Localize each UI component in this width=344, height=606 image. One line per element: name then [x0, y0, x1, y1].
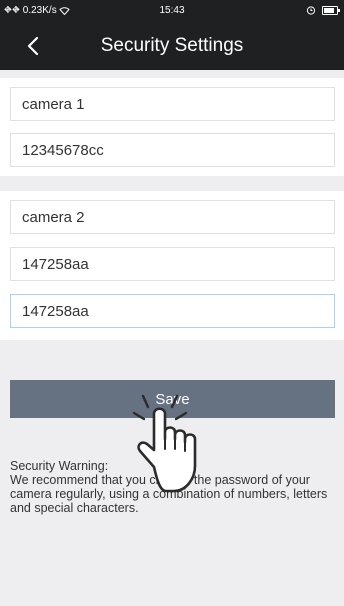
camera-2-confirm-password-field[interactable]: 147258aa [10, 294, 335, 328]
camera-1-password-field[interactable]: 12345678cc [10, 133, 335, 167]
status-right [306, 5, 340, 15]
camera-2-name-field[interactable]: camera 2 [10, 200, 335, 234]
battery-icon [322, 5, 340, 15]
hand-pointer-icon [132, 394, 197, 493]
page-title: Security Settings [100, 35, 244, 56]
camera-2-password-field[interactable]: 147258aa [10, 247, 335, 281]
header-bar: Security Settings [0, 22, 344, 70]
status-bar: ⛖⛖ 0.23K/s 15:43 [0, 0, 344, 22]
camera-2-section: camera 2 147258aa 147258aa [0, 191, 344, 340]
camera-1-name-field[interactable]: camera 1 [10, 87, 335, 121]
status-time: 15:43 [159, 5, 185, 16]
alarm-icon [306, 6, 316, 15]
camera-1-section: camera 1 12345678cc [0, 78, 344, 176]
